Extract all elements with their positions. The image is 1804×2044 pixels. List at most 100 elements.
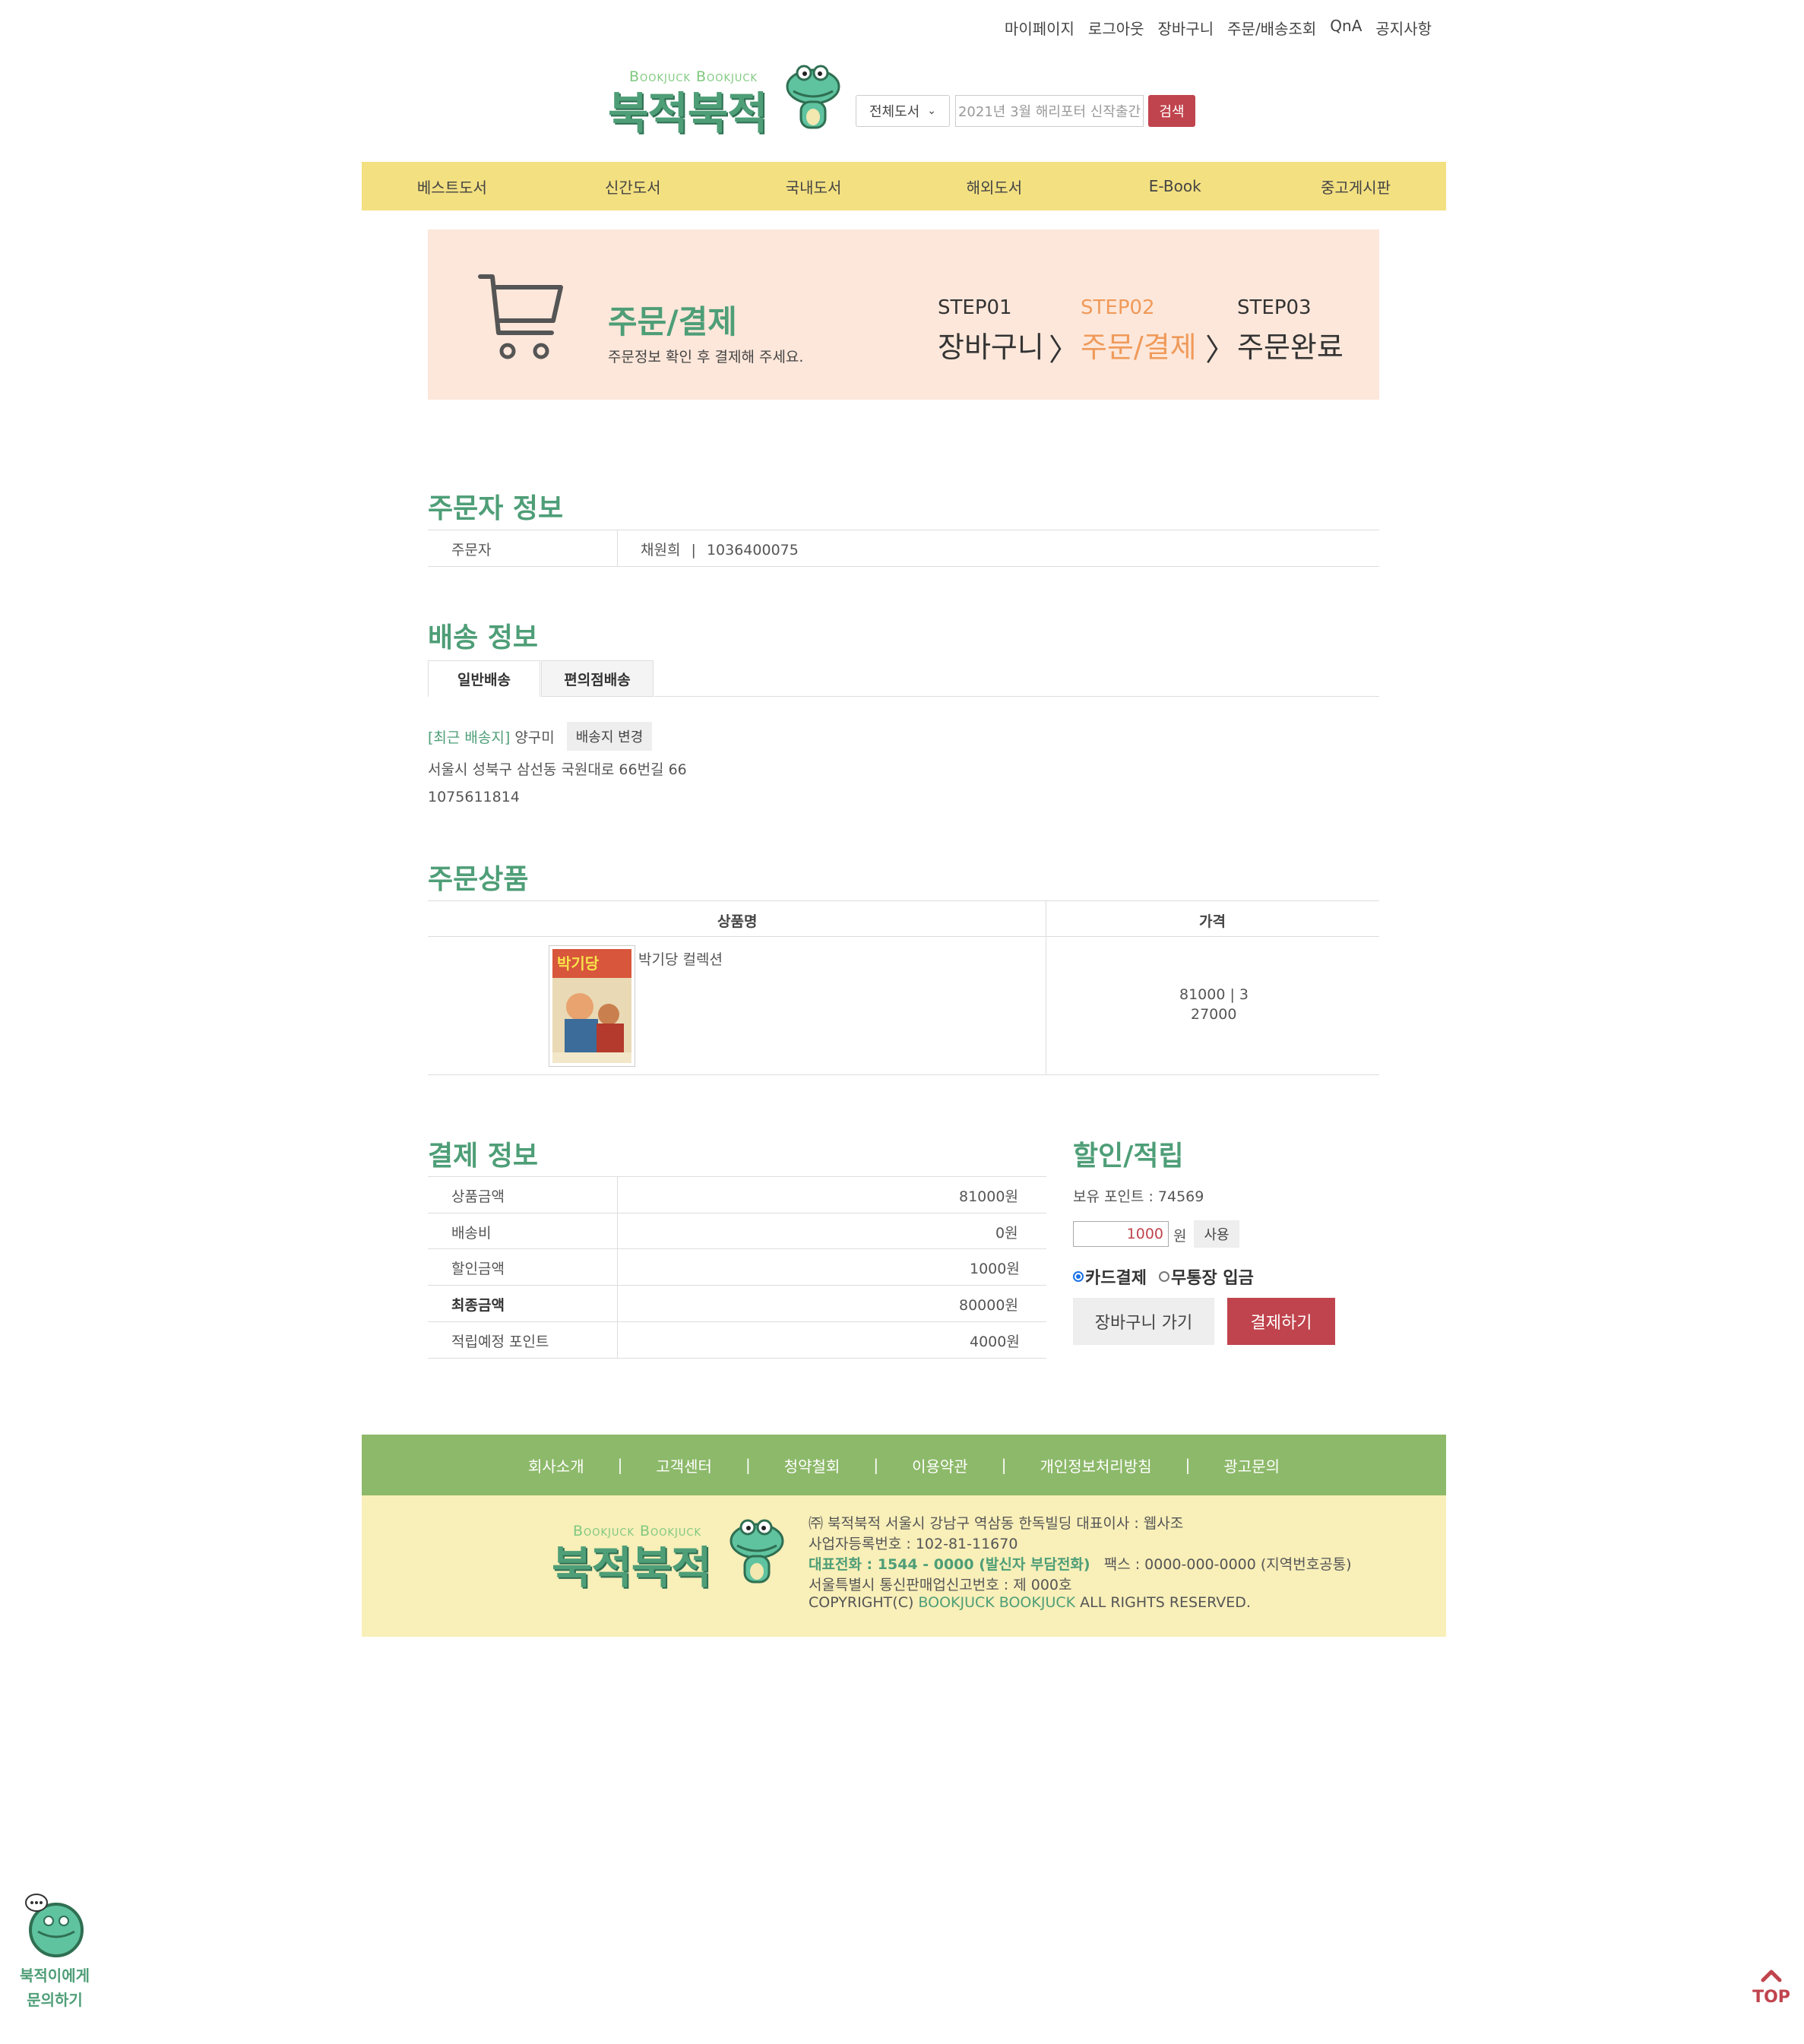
chatbot-label-1: 북적이에게 — [20, 1966, 90, 1985]
nav-foreign-books[interactable]: 해외도서 — [904, 162, 1084, 210]
product-name[interactable]: 박기당 컬렉션 — [638, 948, 723, 969]
go-to-cart-button[interactable]: 장바구니 가기 — [1073, 1298, 1214, 1345]
top-utility-nav: 마이페이지 로그아웃 장바구니 주문/배송조회 QnA 공지사항 — [1005, 17, 1432, 39]
step-3: STEP03 주문완료 — [1237, 296, 1344, 365]
footer-company-line: ㈜ 북적북적 서울시 강남구 역삼동 한독빌딩 대표이사 : 웹사조 — [809, 1515, 1184, 1532]
divider — [428, 1321, 1046, 1322]
payment-value-points: 4000원 — [970, 1334, 1020, 1350]
product-name-header: 상품명 — [717, 913, 758, 930]
qna-link[interactable]: QnA — [1330, 17, 1362, 39]
shipping-phone: 1075611814 — [428, 789, 520, 805]
footer-contact-line: 대표전화 : 1544 - 0000 (발신자 부담전화) 팩스 : 0000-… — [809, 1553, 1352, 1574]
payment-value-final: 80000원 — [959, 1297, 1018, 1314]
chatbot-crocodile-icon — [25, 1894, 84, 1957]
chatbot-button[interactable]: 북적이에게 문의하기 — [18, 1892, 91, 2012]
copyright-suffix: ALL RIGHTS RESERVED. — [1075, 1594, 1251, 1611]
chevron-right-icon: 〉 — [1049, 333, 1079, 368]
recent-address-row: [최근 배송지] 양구미 — [428, 726, 555, 747]
search-category-select[interactable]: 전체도서 ⌄ — [856, 95, 950, 127]
payment-value-discount: 1000원 — [970, 1261, 1020, 1277]
footer-link-terms[interactable]: 이용약관 — [912, 1454, 968, 1476]
mypage-link[interactable]: 마이페이지 — [1005, 17, 1074, 39]
order-tracking-link[interactable]: 주문/배송조회 — [1227, 17, 1316, 39]
book-cover-art: 박기당 — [552, 949, 631, 1063]
footer-link-withdrawal[interactable]: 청약철회 — [784, 1454, 840, 1476]
orderer-phone: 1036400075 — [706, 542, 799, 558]
payment-method-group: 카드결제 무통장 입금 — [1073, 1264, 1254, 1289]
copyright-prefix: COPYRIGHT(C) — [809, 1594, 919, 1611]
footer-link-customer-center[interactable]: 고객센터 — [656, 1454, 712, 1476]
change-address-button[interactable]: 배송지 변경 — [567, 722, 652, 751]
pay-button[interactable]: 결제하기 — [1227, 1298, 1335, 1345]
step-2-name: 주문/결제 — [1081, 331, 1197, 364]
use-points-button[interactable]: 사용 — [1194, 1220, 1239, 1248]
tab-standard-delivery[interactable]: 일반배송 — [428, 660, 540, 697]
footer-links: 회사소개 | 고객센터 | 청약철회 | 이용약관 | 개인정보처리방침 | 광… — [362, 1435, 1446, 1495]
step-2: STEP02 주문/결제 — [1081, 296, 1197, 365]
divider — [428, 1358, 1046, 1359]
payment-label-points: 적립예정 포인트 — [451, 1334, 549, 1350]
scroll-top-button[interactable]: TOP — [1752, 1968, 1790, 2007]
footer-copyright: COPYRIGHT(C) BOOKJUCK BOOKJUCK ALL RIGHT… — [809, 1594, 1251, 1611]
payment-label-shipping: 배송비 — [451, 1225, 492, 1242]
order-items-section-title: 주문상품 — [428, 864, 529, 895]
bank-transfer-radio[interactable] — [1158, 1271, 1169, 1282]
logout-link[interactable]: 로그아웃 — [1088, 17, 1144, 39]
shopping-cart-icon — [478, 274, 563, 359]
divider — [428, 1285, 1046, 1286]
divider — [428, 936, 1379, 937]
step-2-label: STEP02 — [1081, 296, 1155, 319]
footer-phone: 대표전화 : 1544 - 0000 (발신자 부담전화) — [809, 1556, 1090, 1573]
divider — [617, 1177, 618, 1358]
payment-section-title: 결제 정보 — [428, 1141, 539, 1172]
tab-convenience-store-delivery[interactable]: 편의점배송 — [541, 660, 654, 697]
footer-fax: 팩스 : 0000-000-0000 (지역번호공통) — [1090, 1556, 1352, 1573]
discount-section-title: 할인/적립 — [1073, 1141, 1184, 1172]
point-input[interactable]: 1000 — [1073, 1221, 1169, 1247]
footer-separator: | — [873, 1456, 879, 1474]
step-3-label: STEP03 — [1237, 296, 1312, 319]
nav-bestseller[interactable]: 베스트도서 — [362, 162, 543, 210]
nav-used-board[interactable]: 중고게시판 — [1265, 162, 1446, 210]
card-payment-radio[interactable] — [1073, 1271, 1084, 1282]
payment-value-shipping: 0원 — [995, 1225, 1018, 1242]
footer-separator: | — [1185, 1456, 1191, 1474]
crocodile-mascot-icon — [730, 1519, 784, 1584]
footer-business-number: 사업자등록번호 : 102-81-11670 — [809, 1536, 1018, 1552]
chatbot-label-2: 문의하기 — [27, 1991, 83, 2009]
divider — [428, 566, 1379, 567]
divider — [428, 1176, 1046, 1177]
page-title: 주문/결제 — [608, 303, 737, 340]
payment-label-discount: 할인금액 — [451, 1261, 505, 1277]
recipient-name: 양구미 — [514, 729, 555, 746]
book-cover-image[interactable]: 박기당 — [549, 945, 635, 1067]
footer-link-privacy[interactable]: 개인정보처리방침 — [1040, 1454, 1151, 1476]
bank-transfer-label[interactable]: 무통장 입금 — [1171, 1264, 1254, 1289]
notice-link[interactable]: 공지사항 — [1375, 17, 1432, 39]
chevron-down-icon: ⌄ — [927, 105, 936, 117]
nav-new-books[interactable]: 신간도서 — [543, 162, 723, 210]
footer-license: 서울특별시 통신판매업신고번호 : 제 000호 — [809, 1577, 1072, 1593]
logo-korean-text: 북적북적 — [608, 87, 767, 139]
shipping-section-title: 배송 정보 — [428, 622, 539, 653]
card-payment-label[interactable]: 카드결제 — [1085, 1264, 1147, 1289]
shipping-address: 서울시 성북구 삼선동 국원대로 66번길 66 — [428, 761, 687, 778]
divider — [428, 900, 1379, 901]
step-1: STEP01 장바구니 — [938, 296, 1044, 365]
top-button-label: TOP — [1752, 1988, 1790, 2007]
product-unit-price: 27000 — [1191, 1006, 1237, 1023]
page-subtitle: 주문정보 확인 후 결제해 주세요. — [608, 349, 804, 365]
search-input[interactable]: 2021년 3월 해리포터 신작출간 — [955, 95, 1144, 127]
nav-domestic-books[interactable]: 국내도서 — [723, 162, 904, 210]
payment-value-product-amount: 81000원 — [959, 1188, 1018, 1205]
footer-logo-korean-text: 북적북적 — [552, 1542, 711, 1593]
cart-link[interactable]: 장바구니 — [1158, 17, 1214, 39]
footer-link-advertising[interactable]: 광고문의 — [1223, 1454, 1280, 1476]
separator: | — [691, 542, 696, 558]
chevron-right-icon: 〉 — [1205, 333, 1236, 368]
footer-link-company[interactable]: 회사소개 — [528, 1454, 584, 1476]
nav-ebook[interactable]: E-Book — [1084, 162, 1265, 210]
site-logo[interactable]: Bookjuck Bookjuck 북적북적 — [608, 64, 843, 140]
payment-label-product-amount: 상품금액 — [451, 1188, 505, 1205]
search-button[interactable]: 검색 — [1148, 95, 1195, 127]
